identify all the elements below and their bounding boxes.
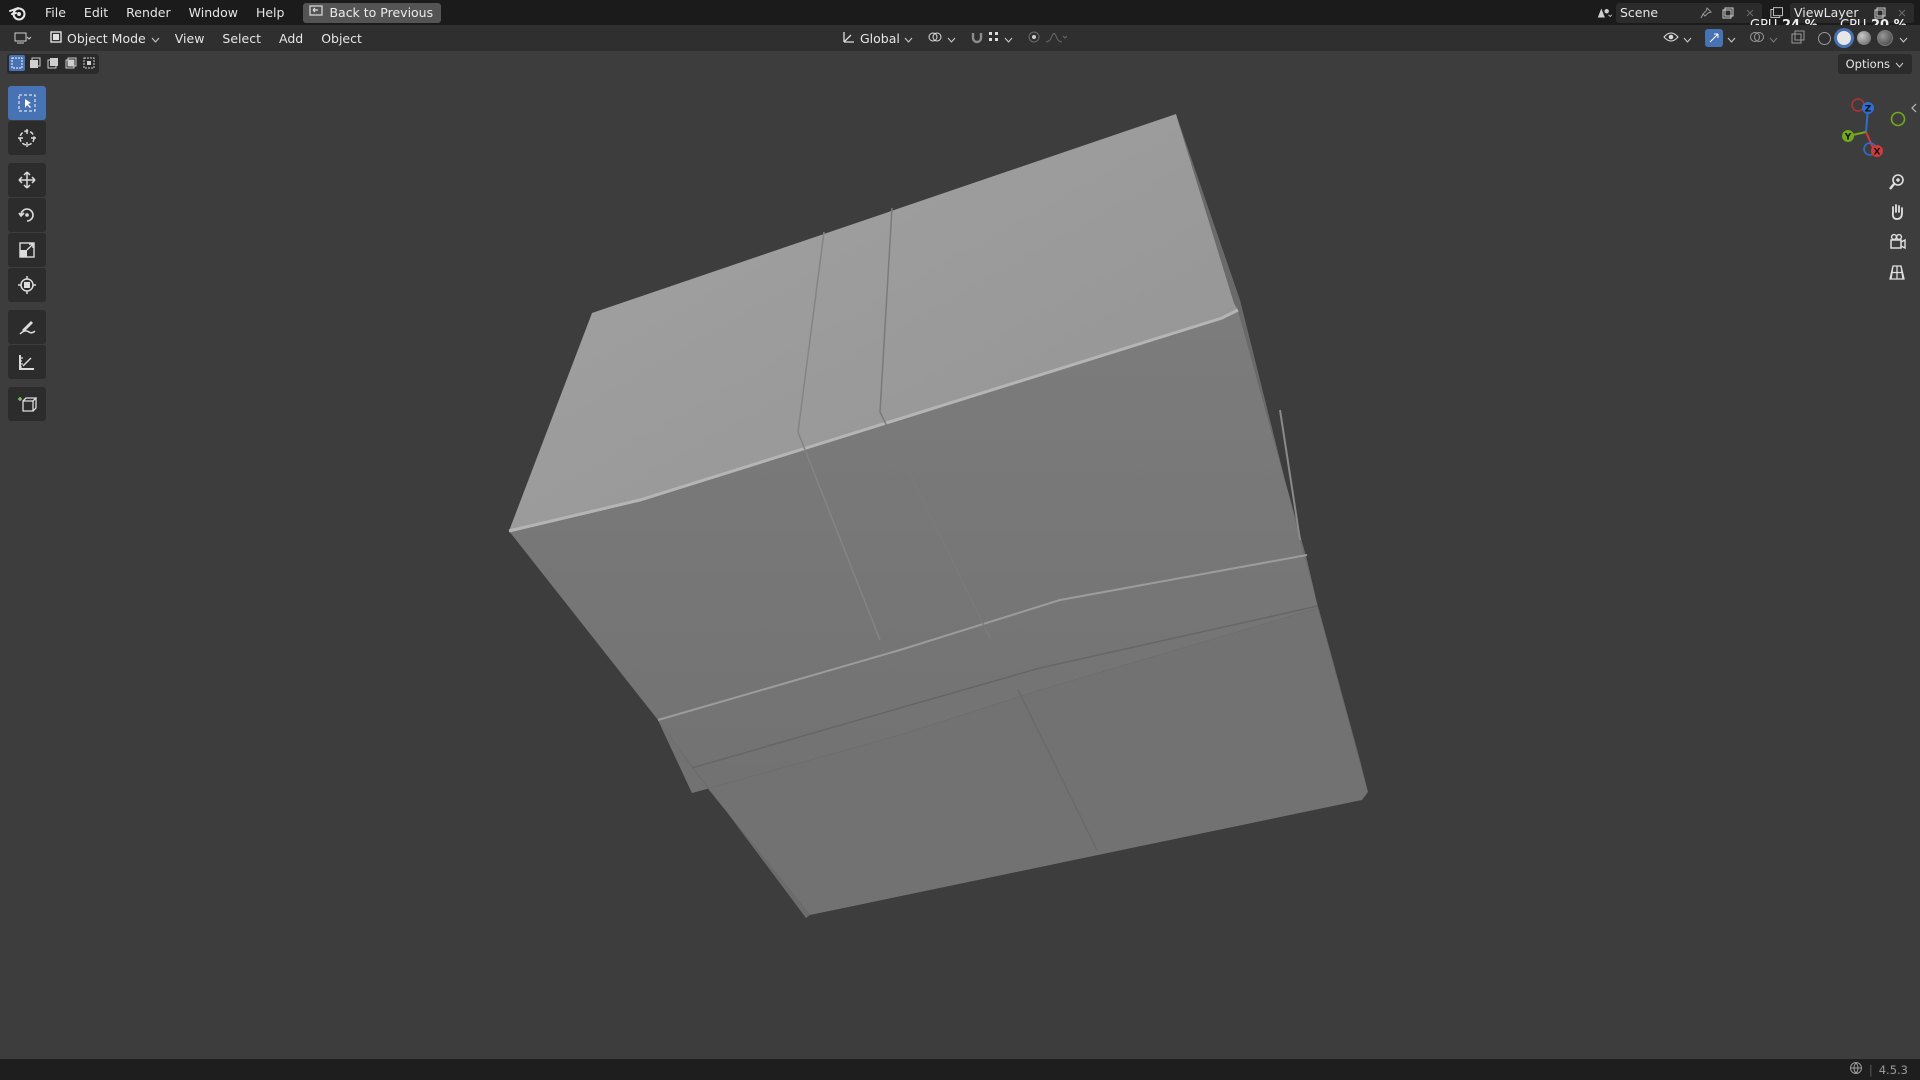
zoom-icon[interactable]: [1883, 168, 1911, 196]
globe-icon: [1849, 1061, 1863, 1078]
viewport-display-tools: [1659, 25, 1912, 51]
menu-add[interactable]: Add: [270, 31, 312, 46]
xray-icon: [1791, 30, 1805, 47]
menu-file[interactable]: File: [36, 0, 75, 25]
new-scene-icon[interactable]: [1720, 5, 1736, 21]
top-menu-bar: File Edit Render Window Help Back to Pre…: [0, 0, 1920, 25]
chevron-down-icon: [1769, 31, 1778, 46]
orientation-label: Global: [860, 30, 900, 46]
object-mode-icon: [50, 30, 62, 46]
xray-toggle[interactable]: [1787, 28, 1809, 48]
menu-object[interactable]: Object: [312, 31, 371, 46]
back-to-previous-button[interactable]: Back to Previous: [303, 2, 442, 23]
menu-view[interactable]: View: [166, 31, 214, 46]
status-bar: | 4.5.3: [0, 1059, 1920, 1080]
proportional-edit-icon: [1027, 30, 1041, 47]
pan-hand-icon[interactable]: [1883, 198, 1911, 226]
menu-select[interactable]: Select: [213, 31, 270, 46]
editor-type-icon: [14, 32, 32, 44]
editor-type-selector[interactable]: [10, 28, 36, 48]
menu-help[interactable]: Help: [247, 0, 294, 25]
pivot-selector[interactable]: [923, 28, 960, 48]
screen-back-icon: [309, 5, 324, 20]
eye-icon: [1663, 31, 1679, 46]
shading-modes[interactable]: [1814, 28, 1912, 48]
perspective-grid-icon[interactable]: [1883, 258, 1911, 286]
scale-tool-icon[interactable]: [8, 233, 46, 267]
chevron-down-icon: [1004, 31, 1013, 46]
version-info: | 4.5.3: [1849, 1061, 1920, 1078]
gizmo-x-label: X: [1874, 148, 1881, 158]
annotate-tool-icon[interactable]: [8, 310, 46, 344]
back-to-previous-label: Back to Previous: [329, 5, 434, 20]
pivot-icon: [927, 30, 943, 47]
wireframe-shading-icon[interactable]: [1818, 31, 1831, 45]
navigation-gizmo[interactable]: Z Y X: [1826, 94, 1916, 166]
select-box-tool-icon[interactable]: [8, 86, 46, 120]
solid-shading-icon[interactable]: [1837, 31, 1851, 45]
rotate-tool-icon[interactable]: [8, 198, 46, 232]
material-shading-icon[interactable]: [1857, 31, 1871, 45]
gizmo-icon: [1705, 29, 1723, 47]
falloff-icon: [1045, 31, 1068, 46]
transform-tools: Global: [838, 25, 1071, 51]
magnet-icon: [970, 30, 984, 47]
camera-view-icon[interactable]: [1883, 228, 1911, 256]
overlays-toggle[interactable]: [1745, 28, 1782, 48]
viewport-canvas[interactable]: [0, 51, 1920, 1059]
orientation-selector[interactable]: Global: [838, 28, 917, 48]
mode-selector[interactable]: Object Mode: [44, 28, 166, 48]
scene-name[interactable]: Scene: [1620, 5, 1692, 20]
transform-tool-icon[interactable]: [8, 268, 46, 302]
chevron-down-icon: [1683, 31, 1692, 46]
scene-selector[interactable]: Scene: [1616, 2, 1762, 23]
scene-icon[interactable]: [1596, 5, 1612, 21]
version-label: 4.5.3: [1878, 1062, 1908, 1077]
visibility-selector[interactable]: [1659, 28, 1696, 48]
measure-tool-icon[interactable]: [8, 345, 46, 379]
blender-logo-icon[interactable]: [0, 0, 36, 25]
sidebar-toggle-icon[interactable]: [1910, 102, 1918, 114]
gizmo-toggle[interactable]: [1701, 28, 1740, 48]
gizmo-z-label: Z: [1865, 105, 1872, 115]
tool-shelf: [8, 86, 46, 421]
proportional-edit-toggle[interactable]: [1023, 28, 1071, 48]
transform-orientation-icon: [842, 30, 856, 47]
chevron-down-icon[interactable]: [1899, 31, 1908, 46]
cursor-tool-icon[interactable]: [8, 121, 46, 155]
chevron-down-icon: [947, 31, 956, 46]
snap-toggle[interactable]: [966, 28, 1017, 48]
chevron-down-icon: [151, 31, 160, 46]
gizmo-y-label: Y: [1844, 133, 1852, 143]
snap-grid-icon: [988, 31, 1000, 46]
add-cube-tool-icon[interactable]: [8, 387, 46, 421]
menu-window[interactable]: Window: [180, 0, 247, 25]
cube-mesh[interactable]: [508, 114, 1368, 918]
gizmo-neg-y: [1890, 111, 1906, 127]
rendered-shading-icon[interactable]: [1877, 30, 1893, 46]
menu-render[interactable]: Render: [117, 0, 180, 25]
menu-edit[interactable]: Edit: [75, 0, 117, 25]
chevron-down-icon: [904, 31, 913, 46]
mode-label: Object Mode: [67, 30, 146, 46]
overlays-icon: [1749, 30, 1765, 47]
move-tool-icon[interactable]: [8, 163, 46, 197]
pin-icon[interactable]: [1698, 5, 1714, 21]
chevron-down-icon: [1727, 31, 1736, 46]
